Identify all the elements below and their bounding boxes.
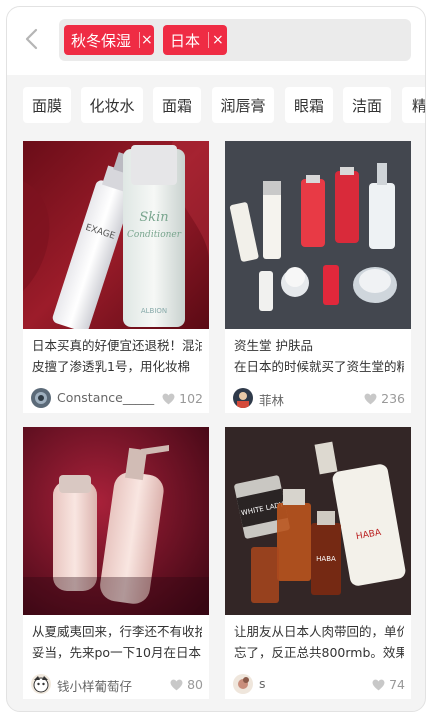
like-number: 74	[389, 677, 405, 692]
bottle-label: HABA	[316, 555, 336, 563]
post-card[interactable]: EXAGE Skin Conditioner ALBION 日本买真的好便宜还退…	[23, 141, 209, 413]
caption-line: 让朋友从日本人肉带回的，单价	[234, 624, 404, 639]
avatar[interactable]	[31, 388, 51, 408]
post-card[interactable]: 从夏威夷回来，行李还不有收拾 妥当，先来po一下10月在日本 钱小样葡萄仔 80	[23, 427, 209, 699]
caption-line: 忘了，反正总共800rmb。效果	[234, 645, 404, 660]
post-meta: s 74	[233, 674, 405, 696]
filter-tag-label: 日本	[170, 31, 201, 50]
heart-icon	[364, 393, 377, 404]
post-photo[interactable]: HABA WHITE LADY HABA	[225, 427, 411, 615]
remove-tag-button[interactable]: ×	[209, 25, 227, 55]
like-number: 236	[381, 391, 405, 406]
post-caption: 让朋友从日本人肉带回的，单价 忘了，反正总共800rmb。效果	[234, 621, 404, 663]
post-photo[interactable]	[23, 427, 209, 615]
username[interactable]: 钱小样葡萄仔	[57, 676, 132, 695]
heart-icon	[372, 679, 385, 690]
like-count[interactable]: 74	[372, 677, 405, 692]
search-header: 秋冬保湿 × 日本 ×	[7, 7, 425, 75]
caption-line: 资生堂 护肤品	[234, 338, 313, 353]
avatar[interactable]	[233, 674, 253, 694]
caption-line: 在日本的时候就买了资生堂的精	[234, 359, 404, 374]
post-caption: 资生堂 护肤品 在日本的时候就买了资生堂的精	[234, 335, 404, 377]
post-meta: 菲林 236	[233, 388, 405, 410]
like-count[interactable]: 80	[170, 677, 203, 692]
like-count[interactable]: 236	[364, 391, 405, 406]
post-card[interactable]: 资生堂 护肤品 在日本的时候就买了资生堂的精 菲林 236	[225, 141, 411, 413]
bottle-label: ALBION	[141, 307, 167, 315]
username[interactable]: s	[259, 676, 266, 691]
caption-line: 皮擅了渗透乳1号，用化妆棉	[32, 359, 190, 374]
like-count[interactable]: 102	[162, 391, 203, 406]
search-box[interactable]: 秋冬保湿 × 日本 ×	[59, 19, 411, 61]
filter-tag-1: 秋冬保湿 ×	[64, 25, 154, 55]
chip-serum[interactable]: 精	[402, 87, 425, 123]
username[interactable]: 菲林	[259, 390, 284, 409]
avatar[interactable]	[31, 674, 51, 694]
chip-toner[interactable]: 化妆水	[81, 87, 143, 123]
post-meta: 钱小样葡萄仔 80	[31, 674, 203, 696]
username[interactable]: Constance_____	[57, 390, 154, 405]
filter-tag-2: 日本 ×	[163, 25, 227, 55]
avatar[interactable]	[233, 388, 253, 408]
post-card[interactable]: HABA WHITE LADY HABA 让朋友从日本人肉带回的，单价 忘了，反…	[225, 427, 411, 699]
post-photo[interactable]: EXAGE Skin Conditioner ALBION	[23, 141, 209, 329]
chip-cleanser[interactable]: 洁面	[343, 87, 391, 123]
chip-cream[interactable]: 面霜	[153, 87, 201, 123]
like-number: 80	[187, 677, 203, 692]
post-photo[interactable]	[225, 141, 411, 329]
category-chip-row: 面膜 化妆水 面霜 润唇膏 眼霜 洁面 精	[7, 87, 425, 127]
chip-eye-cream[interactable]: 眼霜	[285, 87, 333, 123]
heart-icon	[170, 679, 183, 690]
remove-tag-button[interactable]: ×	[140, 25, 154, 55]
back-arrow-icon[interactable]	[21, 27, 45, 51]
caption-line: 妥当，先来po一下10月在日本	[32, 645, 201, 660]
caption-line: 日本买真的好便宜还退税！混油	[32, 338, 202, 353]
filter-tag-label: 秋冬保湿	[71, 31, 132, 50]
post-caption: 日本买真的好便宜还退税！混油 皮擅了渗透乳1号，用化妆棉	[32, 335, 202, 377]
post-meta: Constance_____ 102	[31, 388, 203, 410]
caption-line: 从夏威夷回来，行李还不有收拾	[32, 624, 202, 639]
phone-frame: 秋冬保湿 × 日本 × 面膜 化妆水 面霜 润唇膏 眼霜 洁面 精	[6, 6, 426, 712]
chip-lip-balm[interactable]: 润唇膏	[212, 87, 274, 123]
bottle-label: Skin	[139, 210, 168, 225]
post-caption: 从夏威夷回来，行李还不有收拾 妥当，先来po一下10月在日本	[32, 621, 202, 663]
heart-icon	[162, 393, 175, 404]
chip-mask[interactable]: 面膜	[23, 87, 71, 123]
bottle-label: Conditioner	[127, 230, 182, 240]
like-number: 102	[179, 391, 203, 406]
